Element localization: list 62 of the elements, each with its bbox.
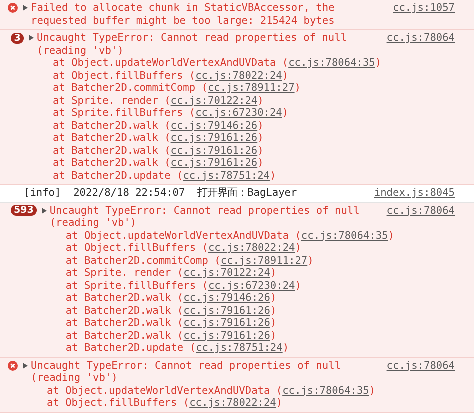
expand-triangle-icon[interactable] — [23, 362, 28, 368]
stack-frame: at Batcher2D.walk (cc.js:79161:26) — [42, 317, 455, 330]
stack-frame: at Batcher2D.walk (cc.js:79161:26) — [29, 132, 455, 144]
stack-frame: at Batcher2D.commitComp (cc.js:78911:27) — [29, 82, 455, 94]
stack-frame: at Batcher2D.walk (cc.js:79161:26) — [42, 330, 455, 342]
source-link[interactable]: index.js:8045 — [374, 187, 455, 200]
frame-link[interactable]: cc.js:78911:27 — [208, 82, 295, 94]
frame-link[interactable]: cc.js:79161:26 — [170, 157, 258, 169]
info-message: [info] 2022/8/18 22:54:07 打开界面：BagLayer — [24, 187, 298, 199]
frame-link[interactable]: cc.js:78022:24 — [190, 397, 276, 409]
source-link[interactable]: cc.js:1057 — [393, 2, 455, 14]
frame-link[interactable]: cc.js:79161:26 — [170, 132, 258, 144]
stack-frame: at Object.fillBuffers (cc.js:78022:24) — [42, 242, 455, 254]
expand-triangle-icon[interactable] — [42, 208, 47, 214]
source-link[interactable]: cc.js:78064 — [386, 32, 455, 44]
error-message: Uncaught TypeError: Cannot read properties of null (reading 'vb') — [50, 204, 361, 229]
source-link[interactable]: cc.js:78064 — [386, 360, 455, 372]
frame-link[interactable]: cc.js:70122:24 — [184, 267, 270, 279]
source-link[interactable]: cc.js:78064 — [386, 204, 455, 217]
repeat-count-badge: 3 — [11, 32, 24, 44]
expand-triangle-icon[interactable] — [29, 35, 34, 41]
stack-frame: at Batcher2D.commitComp (cc.js:78911:27) — [42, 254, 455, 267]
frame-link[interactable]: cc.js:79146:26 — [184, 292, 270, 304]
stack-frame: at Batcher2D.walk (cc.js:79161:26) — [42, 304, 455, 317]
frame-link[interactable]: cc.js:78022:24 — [196, 70, 282, 82]
frame-link[interactable]: cc.js:79146:26 — [170, 120, 258, 132]
frame-link[interactable]: cc.js:67230:24 — [208, 280, 296, 292]
expand-triangle-icon[interactable] — [23, 5, 28, 11]
stack-frame: at Sprite._render (cc.js:70122:24) — [29, 94, 455, 107]
frame-link[interactable]: cc.js:79161:26 — [184, 330, 270, 342]
stack-frame: at Batcher2D.walk (cc.js:79146:26) — [42, 292, 455, 304]
frame-link[interactable]: cc.js:79161:26 — [170, 144, 258, 156]
frame-link[interactable]: cc.js:67230:24 — [196, 107, 282, 119]
stack-frame: at Object.fillBuffers (cc.js:78022:24) — [23, 397, 455, 410]
error-message: Uncaught TypeError: Cannot read properties of null (reading 'vb') — [37, 32, 348, 56]
stack-frame: at Batcher2D.update (cc.js:78751:24) — [29, 170, 455, 182]
stack-frame: at Batcher2D.walk (cc.js:79161:26) — [29, 157, 455, 170]
frame-link[interactable]: cc.js:78751:24 — [196, 342, 283, 354]
error-icon — [8, 3, 18, 14]
stack-frame: at Object.updateWorldVertexAndUVData (cc.js:78064:35) — [23, 384, 455, 397]
stack-frame: at Object.updateWorldVertexAndUVData (cc.js:78064:35) — [29, 57, 455, 70]
repeat-count-badge: 593 — [11, 205, 37, 216]
frame-link[interactable]: cc.js:78064:35 — [288, 57, 376, 69]
frame-link[interactable]: cc.js:78064:35 — [301, 230, 388, 242]
frame-link[interactable]: cc.js:70122:24 — [170, 94, 258, 106]
frame-link[interactable]: cc.js:78022:24 — [208, 242, 296, 254]
stack-frame: at Sprite._render (cc.js:70122:24) — [42, 267, 455, 280]
error-message: Uncaught TypeError: Cannot read properties of null (reading 'vb') — [31, 360, 342, 384]
error-icon — [8, 360, 18, 371]
stack-frame: at Sprite.fillBuffers (cc.js:67230:24) — [42, 280, 455, 292]
frame-link[interactable]: cc.js:79161:26 — [184, 304, 270, 316]
frame-link[interactable]: cc.js:78751:24 — [183, 170, 270, 182]
stack-frame: at Batcher2D.update (cc.js:78751:24) — [42, 342, 455, 354]
stack-frame: at Object.fillBuffers (cc.js:78022:24) — [29, 70, 455, 82]
frame-link[interactable]: cc.js:78911:27 — [220, 254, 308, 266]
error-message: Failed to allocate chunk in StaticVBAccessor, the requested buffer might be too large: 215424 bytes — [31, 2, 336, 26]
stack-frame: at Batcher2D.walk (cc.js:79146:26) — [29, 120, 455, 132]
frame-link[interactable]: cc.js:78064:35 — [282, 384, 370, 396]
frame-link[interactable]: cc.js:79161:26 — [184, 317, 270, 329]
stack-frame: at Object.updateWorldVertexAndUVData (cc.js:78064:35) — [42, 230, 455, 242]
stack-frame: at Sprite.fillBuffers (cc.js:67230:24) — [29, 107, 455, 120]
stack-frame: at Batcher2D.walk (cc.js:79161:26) — [29, 144, 455, 157]
